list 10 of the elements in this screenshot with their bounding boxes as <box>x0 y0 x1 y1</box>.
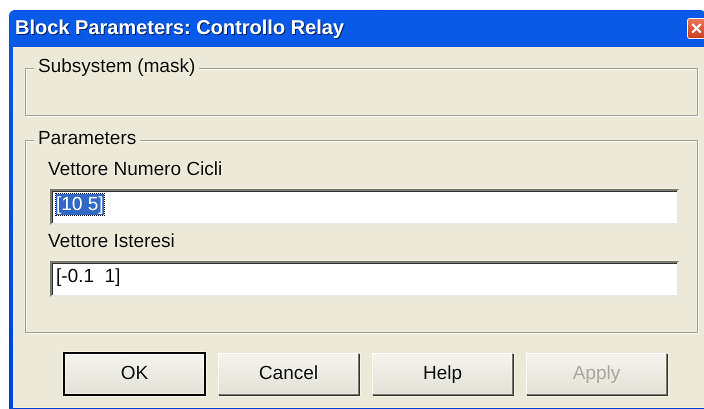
group-title: Subsystem (mask) <box>34 56 200 78</box>
dialog-button[interactable]: Cancel <box>218 353 359 395</box>
input-field[interactable]: [-0.1 1] <box>50 261 679 297</box>
dialog-button[interactable]: Help <box>372 353 513 395</box>
input-field[interactable]: [10 5] <box>50 189 679 225</box>
dialog-button[interactable]: OK <box>64 353 205 395</box>
close-button[interactable]: × <box>687 18 704 39</box>
window-title: Block Parameters: Controllo Relay <box>15 17 344 40</box>
field-label: Vettore Isteresi <box>48 231 176 253</box>
field-label: Vettore Numero Cicli <box>48 159 224 181</box>
